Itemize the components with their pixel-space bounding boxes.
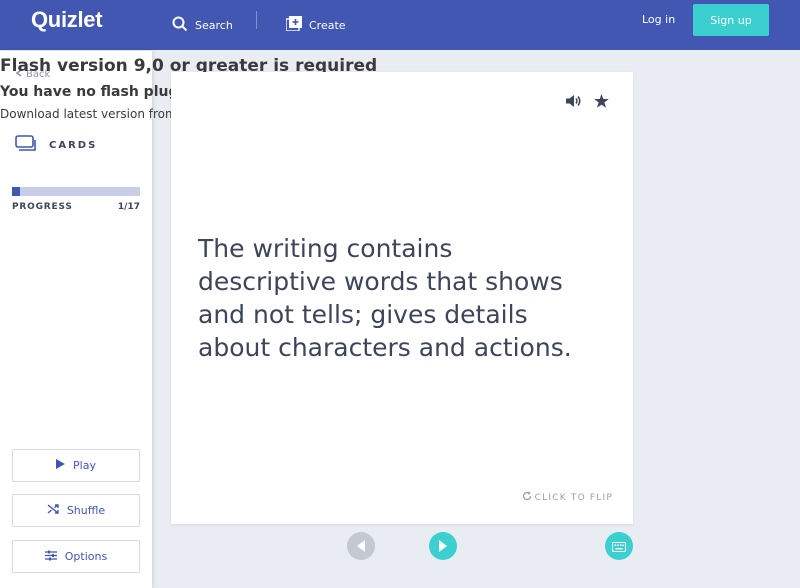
keyboard-shortcuts-button[interactable]	[605, 532, 633, 560]
mode-cards[interactable]: CARDS	[15, 135, 97, 155]
flip-icon	[522, 491, 532, 504]
signup-button[interactable]: Sign up	[693, 4, 769, 36]
play-label: Play	[73, 459, 96, 472]
prev-arrow-icon	[357, 537, 365, 556]
study-sidebar: Back CARDS PROGRESS 1/17 Play Shuffle Op…	[0, 51, 152, 588]
search-button[interactable]: Search	[172, 0, 233, 50]
flash-download-text: Download latest version from	[0, 107, 181, 121]
play-button[interactable]: Play	[12, 449, 140, 482]
mode-label: CARDS	[49, 139, 98, 151]
audio-icon[interactable]	[566, 94, 582, 108]
flip-button[interactable]: CLICK TO FLIP	[522, 491, 613, 504]
create-icon	[285, 16, 309, 34]
play-icon	[56, 459, 73, 472]
progress-count: 1/17	[117, 202, 140, 212]
quizlet-logo[interactable]: Quizlet	[31, 7, 103, 33]
keyboard-icon	[611, 537, 627, 556]
flip-label: CLICK TO FLIP	[534, 492, 613, 503]
star-icon[interactable]	[594, 94, 609, 108]
create-label: Create	[309, 18, 346, 32]
cards-icon	[15, 135, 37, 155]
progress-bar	[12, 187, 140, 196]
progress-fill	[12, 187, 20, 196]
top-navbar: Quizlet Search Create Log in Sign up	[0, 0, 800, 50]
create-button[interactable]: Create	[285, 0, 346, 50]
search-label: Search	[195, 18, 233, 32]
shuffle-label: Shuffle	[66, 504, 106, 517]
next-arrow-icon	[439, 537, 447, 556]
search-icon	[172, 16, 195, 35]
previous-card-button[interactable]	[347, 532, 375, 560]
progress-label: PROGRESS	[12, 202, 73, 212]
options-button[interactable]: Options	[12, 540, 140, 573]
shuffle-icon	[47, 503, 67, 518]
shuffle-button[interactable]: Shuffle	[12, 494, 140, 527]
options-label: Options	[64, 550, 108, 563]
card-term-text: The writing contains descriptive words t…	[198, 234, 572, 362]
next-card-button[interactable]	[429, 532, 457, 560]
login-link[interactable]: Log in	[642, 13, 675, 26]
card-actions	[566, 94, 609, 108]
nav-divider	[256, 11, 257, 29]
flashcard[interactable]: The writing contains descriptive words t…	[171, 72, 633, 524]
options-icon	[44, 550, 65, 564]
